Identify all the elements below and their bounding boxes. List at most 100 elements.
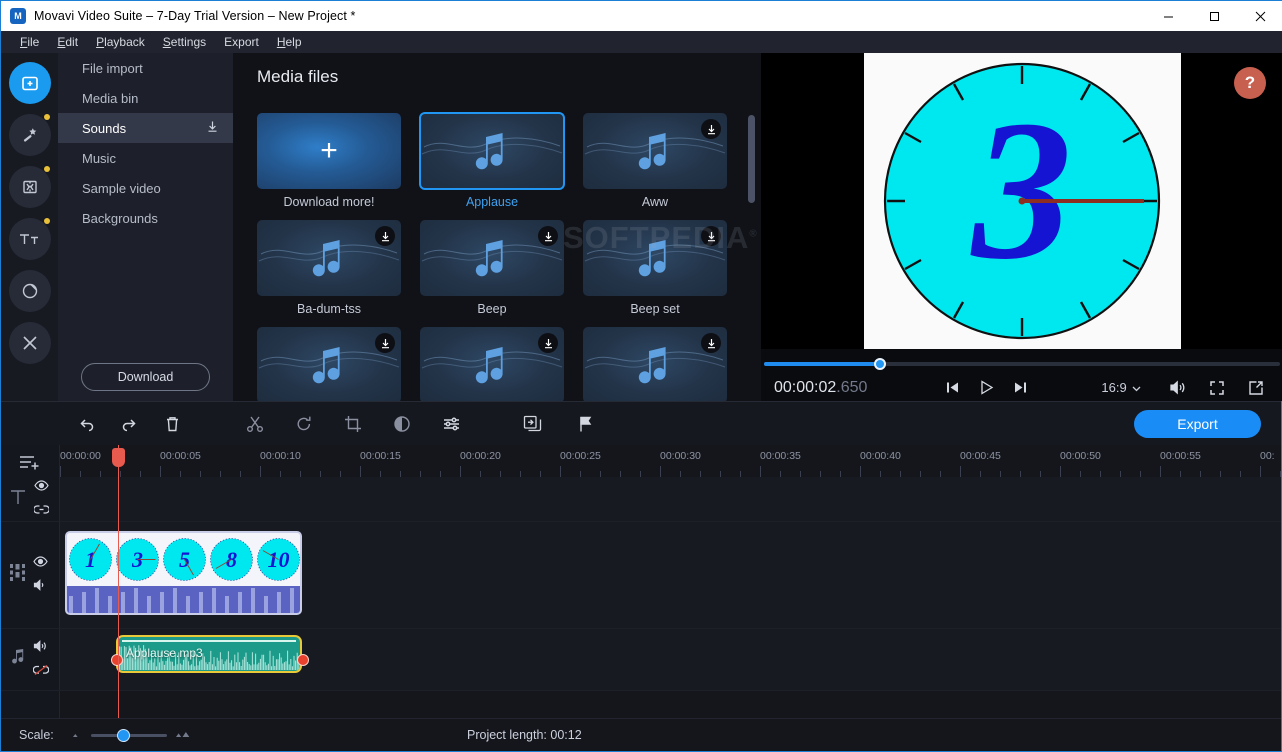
delete-button[interactable] [157,409,187,439]
add-track-button[interactable] [19,453,41,477]
download-icon[interactable] [206,120,219,136]
ruler-tick [260,466,261,477]
sound-tile-thumbnail[interactable] [420,220,564,296]
download-icon[interactable] [538,226,558,246]
audio-trim-handle-right[interactable] [297,653,309,666]
minimize-button[interactable] [1145,1,1191,32]
crop-button[interactable] [338,409,368,439]
menu-settings[interactable]: Settings [154,33,215,51]
redo-button[interactable] [114,409,144,439]
fullscreen-icon[interactable] [1209,380,1225,396]
add-media-tile[interactable]: + [257,113,401,189]
waveform-bar [160,592,164,613]
audio-properties-button[interactable] [436,409,466,439]
media-tile-download-more[interactable]: + Download more! [257,113,401,209]
menu-file[interactable]: File [11,33,48,51]
clip-properties-button[interactable] [517,409,547,439]
link-icon[interactable] [33,502,50,520]
undo-button[interactable] [71,409,101,439]
download-icon[interactable] [701,333,721,353]
menu-help[interactable]: Help [268,33,311,51]
sound-tile-thumbnail[interactable] [420,327,564,401]
download-icon[interactable] [538,333,558,353]
download-icon[interactable] [701,226,721,246]
sidebar-item-file-import[interactable]: File import [58,53,233,83]
next-frame-button[interactable] [1013,380,1028,395]
eye-icon[interactable] [34,478,49,496]
media-tile-ba-dum-tss[interactable]: Ba-dum-tss [257,220,401,316]
sidebar-item-backgrounds[interactable]: Backgrounds [58,203,233,233]
menu-edit[interactable]: Edit [48,33,87,51]
marker-button[interactable] [570,409,600,439]
unlink-icon[interactable] [32,663,50,681]
ruler-label: 00:00:55 [1160,450,1201,462]
waveform-bar [121,592,125,613]
audio-trim-handle-left[interactable] [111,653,123,666]
download-icon[interactable] [701,119,721,139]
close-button[interactable] [1237,1,1282,32]
zoom-in-icon[interactable] [175,726,192,744]
scale-slider-track[interactable] [90,728,167,742]
media-tile-item-8[interactable] [583,327,727,401]
playhead-handle[interactable] [112,448,125,467]
seek-handle[interactable] [874,358,886,370]
rail-item-titles[interactable] [8,218,51,260]
split-button[interactable] [240,409,270,439]
seek-bar[interactable] [761,356,1282,374]
playhead[interactable] [112,445,125,718]
rail-item-tools[interactable] [8,322,51,364]
media-tile-aww[interactable]: Aww [583,113,727,209]
zoom-out-icon[interactable] [70,726,83,744]
play-button[interactable] [978,379,995,396]
menu-playback[interactable]: Playback [87,33,154,51]
window-title: Movavi Video Suite – 7-Day Trial Version… [34,9,356,23]
sound-tile-thumbnail[interactable] [257,220,401,296]
sound-tile-thumbnail[interactable] [583,220,727,296]
track-body-titles[interactable] [60,477,1281,521]
media-tile-item-7[interactable] [420,327,564,401]
track-body-audio[interactable]: Applause.mp3 [60,629,1281,690]
rail-item-filters[interactable] [8,270,51,312]
timeline-ruler[interactable]: 00:00:00 00:00:05 00:00:10 00:00:15 00:00:20… [60,445,1281,477]
scale-slider[interactable] [70,726,192,744]
sound-tile-thumbnail[interactable] [257,327,401,401]
track-body-video[interactable]: 1 3 5 8 10 [60,522,1281,628]
speaker-icon[interactable] [33,639,49,657]
detach-player-icon[interactable] [1248,380,1264,396]
rotate-button[interactable] [289,409,319,439]
sound-tile-thumbnail[interactable] [583,113,727,189]
sidebar-item-media-bin[interactable]: Media bin [58,83,233,113]
maximize-button[interactable] [1191,1,1237,32]
help-button[interactable]: ? [1234,67,1266,99]
scale-slider-handle[interactable] [116,728,130,742]
ruler-tick [1260,466,1261,477]
media-tile-beep-set[interactable]: Beep set [583,220,727,316]
volume-icon[interactable] [1169,380,1186,395]
previous-frame-button[interactable] [945,380,960,395]
export-button[interactable]: Export [1134,410,1261,438]
download-button[interactable]: Download [81,363,210,391]
eye-icon[interactable] [33,554,48,572]
sidebar-item-sample-video[interactable]: Sample video [58,173,233,203]
aspect-ratio-dropdown[interactable]: 16:9 [1101,380,1141,395]
media-tile-applause[interactable]: Applause [419,112,565,209]
rail-item-magic-wand[interactable] [8,114,51,156]
sidebar-item-music[interactable]: Music [58,143,233,173]
download-icon[interactable] [375,226,395,246]
sound-tile-thumbnail[interactable] [419,112,565,190]
menu-export[interactable]: Export [215,33,268,51]
media-tile-label: Download more! [283,195,375,209]
sound-tile-thumbnail[interactable] [583,327,727,401]
video-clip[interactable]: 1 3 5 8 10 [65,531,302,615]
audio-clip-applause[interactable]: Applause.mp3 [116,635,302,673]
media-tile-item-6[interactable] [257,327,401,401]
rail-item-transitions[interactable] [8,166,51,208]
media-scrollbar-thumb[interactable] [748,115,755,203]
speaker-icon[interactable] [33,578,48,596]
download-icon[interactable] [375,333,395,353]
media-tile-beep[interactable]: Beep [420,220,564,316]
media-tile-label: Aww [641,195,669,209]
rail-item-import[interactable] [8,62,51,104]
color-adjust-button[interactable] [387,409,417,439]
sidebar-item-sounds[interactable]: Sounds [58,113,233,143]
